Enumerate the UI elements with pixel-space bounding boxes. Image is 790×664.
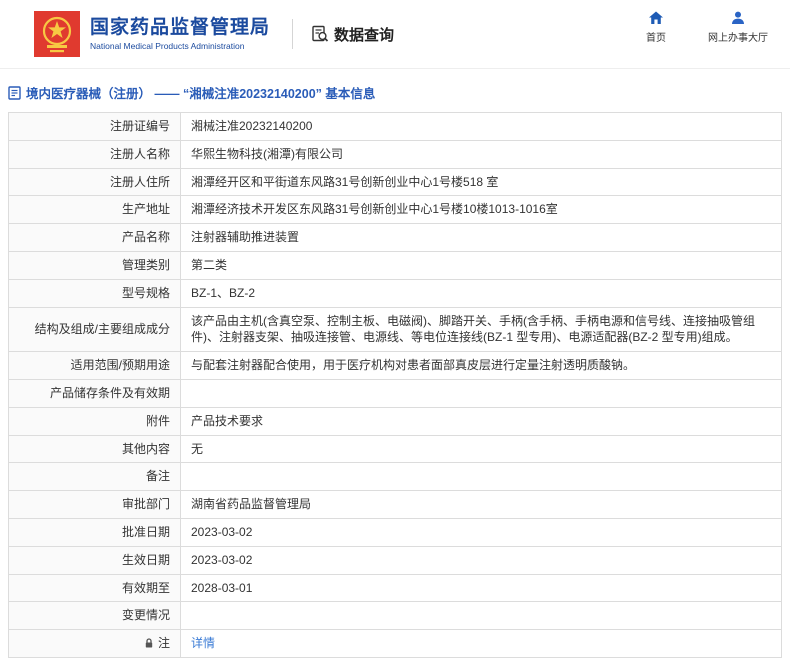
person-icon	[730, 10, 746, 26]
row-label: 产品名称	[9, 224, 181, 251]
header-divider	[292, 19, 294, 49]
row-value: 湖南省药品监督管理局	[191, 497, 312, 512]
table-row: 批准日期 2023-03-02	[9, 517, 781, 546]
row-label: 有效期至	[9, 574, 181, 602]
row-value: 湘潭经济技术开发区东风路31号创新创业中心1号楼10楼1013-1016室	[191, 202, 558, 217]
table-row: 生产地址 湘潭经济技术开发区东风路31号创新创业中心1号楼10楼1013-1016…	[9, 195, 781, 224]
breadcrumb: 境内医疗器械（注册） —— “湘械注准20232140200” 基本信息	[8, 83, 782, 102]
document-icon	[8, 85, 21, 100]
detail-link[interactable]: 详情	[191, 636, 215, 650]
row-value: 华熙生物科技(湘潭)有限公司	[191, 146, 343, 161]
table-row: 有效期至 2028-03-01	[9, 573, 781, 602]
breadcrumb-text: 境内医疗器械（注册） —— “湘械注准20232140200” 基本信息	[26, 87, 376, 101]
table-row: 产品储存条件及有效期	[9, 378, 781, 407]
row-value: 产品技术要求	[191, 413, 264, 428]
nav-online-service-hall[interactable]: 网上办事大厅	[708, 10, 768, 44]
registration-info-table: 注册证编号 湘械注准20232140200 注册人名称 华熙生物科技(湘潭)有限公司注…	[8, 112, 782, 658]
lock-icon	[144, 638, 154, 649]
row-value: 湘械注准20232140200	[191, 119, 313, 133]
table-row: 注册人住所 湘潭经开区和平街道东风路31号创新创业中心1号楼518 室	[9, 167, 781, 196]
row-label: 注册人名称	[9, 140, 181, 168]
row-label: 适用范围/预期用途	[9, 352, 181, 379]
home-icon	[648, 10, 664, 26]
row-label: 其他内容	[9, 435, 181, 463]
table-row: 审批部门 湖南省药品监督管理局	[9, 490, 781, 518]
row-label: 备注	[9, 463, 181, 491]
row-label: 审批部门	[9, 491, 181, 518]
table-row: 注册人名称 华熙生物科技(湘潭)有限公司	[9, 139, 781, 168]
row-value: 2028-03-01	[191, 580, 253, 595]
row-label: 生产地址	[9, 196, 181, 224]
table-row: 附件 产品技术要求	[9, 406, 781, 435]
site-header: 国家药品监督管理局 National Medical Products Admi…	[0, 0, 790, 69]
row-label: 注册人住所	[9, 168, 181, 196]
data-query-label: 数据查询	[334, 26, 395, 44]
row-value: 注射器辅助推进装置	[191, 230, 300, 245]
header-nav: 首页 网上办事大厅	[646, 10, 768, 44]
row-label: 注	[9, 630, 181, 657]
row-value	[181, 380, 781, 407]
nav-service-hall-label: 网上办事大厅	[708, 33, 768, 44]
row-label: 结构及组成/主要组成成分	[9, 307, 181, 352]
row-value: 与配套注射器配合使用，用于医疗机构对患者面部真皮层进行定量注射透明质酸钠。	[191, 358, 636, 373]
table-row: 备注	[9, 462, 781, 491]
row-value: 2023-03-02	[191, 524, 253, 539]
table-row: 注册证编号 湘械注准20232140200	[9, 113, 781, 140]
row-value: 无	[191, 441, 204, 456]
nav-home[interactable]: 首页	[646, 10, 666, 44]
row-value: 湘潭经开区和平街道东风路31号创新创业中心1号楼518 室	[191, 174, 499, 189]
row-label: 管理类别	[9, 251, 181, 279]
row-label: 变更情况	[9, 602, 181, 630]
table-row: 生效日期 2023-03-02	[9, 545, 781, 574]
row-value	[181, 463, 781, 490]
row-label: 批准日期	[9, 518, 181, 546]
org-name-cn: 国家药品监督管理局	[90, 17, 271, 39]
table-row: 产品名称 注射器辅助推进装置	[9, 223, 781, 251]
nav-home-label: 首页	[646, 33, 666, 44]
table-row: 结构及组成/主要组成成分 该产品由主机(含真空泵、控制主板、电磁阀)、脚踏开关、手…	[9, 306, 781, 352]
table-row: 型号规格 BZ-1、BZ-2	[9, 278, 781, 307]
row-value: 第二类	[191, 257, 228, 272]
row-label: 型号规格	[9, 279, 181, 307]
data-query-section-link[interactable]: 数据查询	[311, 24, 394, 45]
row-value: 该产品由主机(含真空泵、控制主板、电磁阀)、脚踏开关、手柄(含手柄、手柄电源和信…	[191, 313, 755, 345]
magnifier-document-icon	[311, 25, 329, 43]
row-label: 产品储存条件及有效期	[9, 379, 181, 407]
row-value: 详情	[181, 630, 781, 657]
national-emblem-logo	[34, 11, 80, 57]
row-value	[181, 602, 781, 629]
row-value: BZ-1、BZ-2	[191, 285, 256, 300]
row-label: 附件	[9, 407, 181, 435]
table-row: 适用范围/预期用途 与配套注射器配合使用，用于医疗机构对患者面部真皮层进行定量注射…	[9, 351, 781, 379]
table-row: 注详情	[9, 629, 781, 657]
table-row: 管理类别 第二类	[9, 250, 781, 279]
table-row: 变更情况	[9, 601, 781, 630]
org-title-block: 国家药品监督管理局 National Medical Products Admi…	[90, 17, 270, 51]
row-label: 注册证编号	[9, 113, 181, 140]
table-row: 其他内容无	[9, 434, 781, 463]
org-name-en: National Medical Products Administration	[90, 40, 245, 51]
